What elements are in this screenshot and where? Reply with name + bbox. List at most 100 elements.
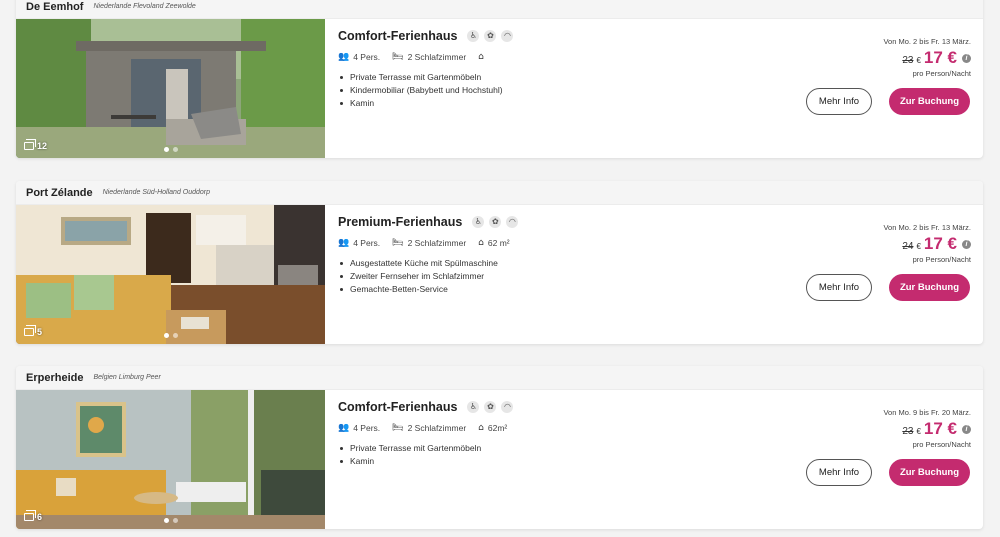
listing-card: De Eemhof Niederlande Flevoland Zeewolde xyxy=(16,0,983,158)
more-info-button[interactable]: Mehr Info xyxy=(806,459,872,486)
wheelchair-icon: ♿ xyxy=(472,216,485,228)
book-button[interactable]: Zur Buchung xyxy=(889,459,970,486)
amenities: ♿ ✿ ◠ xyxy=(467,30,514,42)
more-info-button[interactable]: Mehr Info xyxy=(806,274,872,301)
house-title[interactable]: Comfort-Ferienhaus xyxy=(338,29,457,43)
carousel-dots xyxy=(163,147,178,152)
wifi-icon: ◠ xyxy=(506,216,519,228)
feature-list: Private Terrasse mit Gartenmöbeln Kinder… xyxy=(338,71,698,110)
house-photo[interactable]: 6 xyxy=(16,390,325,529)
price-block: Von Mo. 9 bis Fr. 20 März. 23 € 17 € i p… xyxy=(883,408,971,449)
gallery-icon xyxy=(24,139,36,150)
price-period: Von Mo. 2 bis Fr. 13 März. xyxy=(883,37,971,46)
listing-results: De Eemhof Niederlande Flevoland Zeewolde xyxy=(0,0,1000,537)
old-price-currency: € xyxy=(916,427,921,436)
price-period: Von Mo. 9 bis Fr. 20 März. xyxy=(883,408,971,417)
park-name[interactable]: Port Zélande xyxy=(26,187,93,199)
house-photo[interactable]: 5 xyxy=(16,205,325,344)
bed-icon: 🛏 xyxy=(392,238,404,248)
book-button[interactable]: Zur Buchung xyxy=(889,88,970,115)
persons: 👥 4 Pers. xyxy=(338,52,381,62)
house-title[interactable]: Comfort-Ferienhaus xyxy=(338,400,457,414)
persons: 👥 4 Pers. xyxy=(338,423,381,433)
bedrooms: 🛏 2 Schlafzimmer xyxy=(392,52,467,62)
feature-item: Zweiter Fernseher im Schlafzimmer xyxy=(338,270,698,283)
feature-item: Kindermobiliar (Babybett und Hochstuhl) xyxy=(338,84,698,97)
persons-icon: 👥 xyxy=(338,423,350,433)
wifi-icon: ◠ xyxy=(501,401,514,413)
persons-icon: 👥 xyxy=(338,238,350,248)
new-price: 17 € xyxy=(923,234,957,253)
area: ⌂ xyxy=(478,52,488,62)
bedrooms: 🛏 2 Schlafzimmer xyxy=(392,238,467,248)
book-button[interactable]: Zur Buchung xyxy=(889,274,970,301)
bedrooms: 🛏 2 Schlafzimmer xyxy=(392,423,467,433)
house-icon: ⌂ xyxy=(478,238,484,248)
feature-item: Gemachte-Betten-Service xyxy=(338,283,698,296)
feature-item: Ausgestattete Küche mit Spülmaschine xyxy=(338,257,698,270)
listing-card: Port Zélande Niederlande Süd-Holland Oud… xyxy=(16,181,983,344)
card-header: Port Zélande Niederlande Süd-Holland Oud… xyxy=(16,181,983,205)
area: ⌂ 62m² xyxy=(478,423,508,433)
pets-icon: ✿ xyxy=(484,401,497,413)
area: ⌂ 62 m² xyxy=(478,238,510,248)
bed-icon: 🛏 xyxy=(392,52,404,62)
wheelchair-icon: ♿ xyxy=(467,30,480,42)
amenities: ♿ ✿ ◠ xyxy=(472,216,519,228)
wheelchair-icon: ♿ xyxy=(467,401,480,413)
photo-count: 6 xyxy=(24,510,42,522)
house-title[interactable]: Premium-Ferienhaus xyxy=(338,215,462,229)
feature-list: Ausgestattete Küche mit Spülmaschine Zwe… xyxy=(338,257,698,296)
park-location: Niederlande Flevoland Zeewolde xyxy=(93,3,196,10)
card-header: Erperheide Belgien Limburg Peer xyxy=(16,366,983,390)
feature-item: Kamin xyxy=(338,455,698,468)
amenities: ♿ ✿ ◠ xyxy=(467,401,514,413)
persons: 👥 4 Pers. xyxy=(338,238,381,248)
old-price: 23 xyxy=(902,426,914,437)
new-price: 17 € xyxy=(923,419,957,438)
carousel-dots xyxy=(163,518,178,523)
house-icon: ⌂ xyxy=(478,52,484,62)
photo-count: 5 xyxy=(24,325,42,337)
gallery-icon xyxy=(24,325,36,336)
carousel-dot[interactable] xyxy=(172,333,178,338)
pets-icon: ✿ xyxy=(489,216,502,228)
photo-count: 12 xyxy=(24,139,47,151)
price-period: Von Mo. 2 bis Fr. 13 März. xyxy=(883,223,971,232)
old-price: 24 xyxy=(902,241,914,252)
price-unit: pro Person/Nacht xyxy=(912,255,971,264)
price-info-icon[interactable]: i xyxy=(962,53,971,63)
carousel-dot[interactable] xyxy=(163,147,169,152)
park-name[interactable]: Erperheide xyxy=(26,372,83,384)
old-price-currency: € xyxy=(916,242,921,251)
feature-list: Private Terrasse mit Gartenmöbeln Kamin xyxy=(338,442,698,468)
feature-item: Private Terrasse mit Gartenmöbeln xyxy=(338,442,698,455)
park-location: Belgien Limburg Peer xyxy=(93,374,161,381)
new-price: 17 € xyxy=(923,48,957,67)
more-info-button[interactable]: Mehr Info xyxy=(806,88,872,115)
park-location: Niederlande Süd-Holland Ouddorp xyxy=(102,189,211,196)
bed-icon: 🛏 xyxy=(392,423,404,433)
carousel-dot[interactable] xyxy=(163,333,169,338)
price-block: Von Mo. 2 bis Fr. 13 März. 24 € 17 € i p… xyxy=(883,223,971,264)
wifi-icon: ◠ xyxy=(501,30,514,42)
price-block: Von Mo. 2 bis Fr. 13 März. 23 € 17 € i p… xyxy=(883,37,971,78)
carousel-dot[interactable] xyxy=(163,518,169,523)
old-price: 23 xyxy=(902,55,914,66)
gallery-icon xyxy=(24,510,36,521)
feature-item: Private Terrasse mit Gartenmöbeln xyxy=(338,71,698,84)
price-unit: pro Person/Nacht xyxy=(912,440,971,449)
carousel-dot[interactable] xyxy=(172,147,178,152)
feature-item: Kamin xyxy=(338,97,698,110)
listing-card: Erperheide Belgien Limburg Peer 6 Comfor… xyxy=(16,366,983,529)
house-photo[interactable]: 12 xyxy=(16,19,325,158)
carousel-dots xyxy=(163,333,178,338)
carousel-dot[interactable] xyxy=(172,518,178,523)
persons-icon: 👥 xyxy=(338,52,350,62)
house-icon: ⌂ xyxy=(478,423,484,433)
price-info-icon[interactable]: i xyxy=(962,424,971,434)
card-header: De Eemhof Niederlande Flevoland Zeewolde xyxy=(16,0,983,19)
price-info-icon[interactable]: i xyxy=(962,239,971,249)
pets-icon: ✿ xyxy=(484,30,497,42)
park-name[interactable]: De Eemhof xyxy=(26,1,83,13)
